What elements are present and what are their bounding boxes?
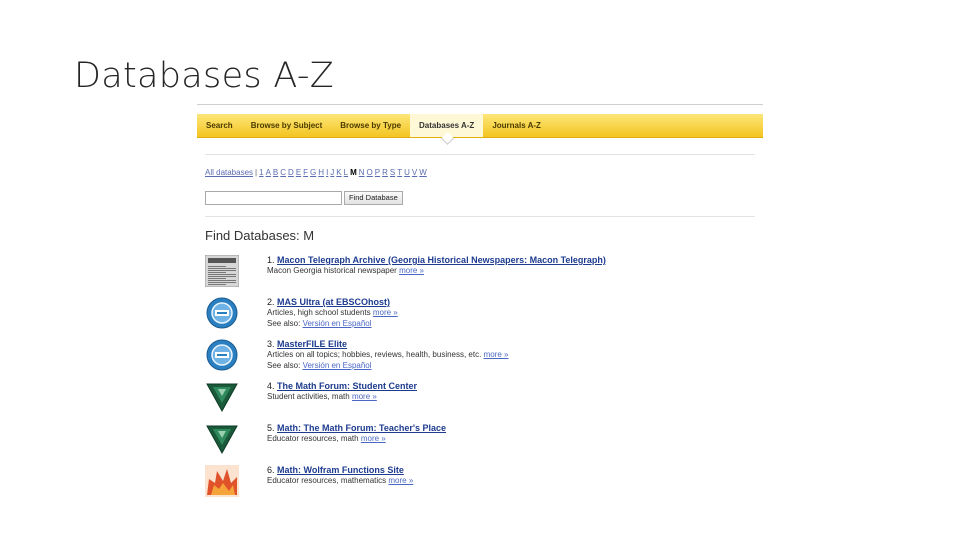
result-number: 3. [267,339,278,349]
more-link[interactable]: more » [373,308,398,317]
result-title-line: 5. Math: The Math Forum: Teacher's Place [267,423,446,433]
result-description: Articles on all topics; hobbies, reviews… [267,350,508,359]
see-also-label: See also: [267,361,303,370]
slide-title: Databases A-Z [74,56,335,96]
tab-bar: Search Browse by Subject Browse by Type … [197,114,763,145]
result-item: 4. The Math Forum: Student Center Student… [205,381,755,419]
result-description-text: Educator resources, math [267,434,361,443]
database-page-screenshot: Search Browse by Subject Browse by Type … [197,104,763,500]
letter-link-d[interactable]: D [288,168,294,177]
result-description: Educator resources, mathematics more » [267,476,413,485]
more-link[interactable]: more » [352,392,377,401]
spanish-version-link[interactable]: Versión en Español [303,319,372,328]
result-title-line: 6. Math: Wolfram Functions Site [267,465,404,475]
alphabet-nav: All databases | 1ABCDEFGHIJKLMNOPRSTUVW [205,168,427,177]
top-divider [197,104,763,105]
result-item: 2. MAS Ultra (at EBSCOhost) Articles, hig… [205,297,755,335]
letter-link-e[interactable]: E [296,168,301,177]
result-description: Student activities, math more » [267,392,377,401]
letter-link-u[interactable]: U [404,168,410,177]
more-link[interactable]: more » [361,434,386,443]
result-description-text: Macon Georgia historical newspaper [267,266,400,275]
more-link[interactable]: more » [484,350,509,359]
result-number: 2. [267,297,278,307]
letter-link-b[interactable]: B [273,168,278,177]
result-title-link[interactable]: MasterFILE Elite [277,339,347,349]
tab-journals-a-z[interactable]: Journals A-Z [483,114,550,137]
alpha-separator: | [255,168,258,177]
letter-link-o[interactable]: O [367,168,373,177]
result-description: Macon Georgia historical newspaper more … [267,266,424,275]
letter-link-f[interactable]: F [303,168,308,177]
result-description-text: Student activities, math [267,392,352,401]
wolfram-icon[interactable] [205,465,239,497]
letter-link-k[interactable]: K [336,168,341,177]
letter-link-c[interactable]: C [280,168,286,177]
letter-link-w[interactable]: W [419,168,427,177]
letter-link-h[interactable]: H [318,168,324,177]
math-forum-icon[interactable] [205,381,239,413]
result-description-text: Educator resources, mathematics [267,476,389,485]
find-databases-heading: Find Databases: M [205,228,315,243]
result-title-line: 3. MasterFILE Elite [267,339,347,349]
see-also: See also: Versión en Español [267,361,372,370]
letter-link-s[interactable]: S [390,168,395,177]
result-title-link[interactable]: The Math Forum: Student Center [277,381,417,391]
divider [205,154,755,155]
database-search-input[interactable] [205,191,342,205]
result-item: 1. Macon Telegraph Archive (Georgia Hist… [205,255,755,293]
result-title-line: 4. The Math Forum: Student Center [267,381,417,391]
letter-link-i[interactable]: I [326,168,328,177]
result-title-link[interactable]: Math: Wolfram Functions Site [277,465,404,475]
more-link[interactable]: more » [399,266,424,275]
result-description: Articles, high school students more » [267,308,398,317]
divider [205,216,755,217]
ebsco-icon[interactable] [205,339,239,371]
letter-link-n[interactable]: N [359,168,365,177]
result-number: 4. [267,381,278,391]
more-link[interactable]: more » [388,476,413,485]
result-title-link[interactable]: Math: The Math Forum: Teacher's Place [277,423,446,433]
see-also-label: See also: [267,319,303,328]
tab-browse-by-type[interactable]: Browse by Type [331,114,410,137]
result-description-text: Articles, high school students [267,308,373,317]
letter-link-l[interactable]: L [344,168,348,177]
spanish-version-link[interactable]: Versión en Español [303,361,372,370]
see-also: See also: Versión en Español [267,319,372,328]
result-title-line: 2. MAS Ultra (at EBSCOhost) [267,297,390,307]
result-number: 6. [267,465,278,475]
tab-browse-by-subject[interactable]: Browse by Subject [242,114,332,137]
result-number: 5. [267,423,278,433]
letter-link-g[interactable]: G [310,168,316,177]
letter-link-j[interactable]: J [330,168,334,177]
result-item: 5. Math: The Math Forum: Teacher's Place… [205,423,755,461]
tab-search[interactable]: Search [197,114,242,137]
math-forum-icon[interactable] [205,423,239,455]
result-title-link[interactable]: Macon Telegraph Archive (Georgia Histori… [277,255,606,265]
result-description-text: Articles on all topics; hobbies, reviews… [267,350,484,359]
letter-link-1[interactable]: 1 [259,168,263,177]
letter-link-m[interactable]: M [350,168,357,177]
result-title-line: 1. Macon Telegraph Archive (Georgia Hist… [267,255,606,265]
letter-link-r[interactable]: R [382,168,388,177]
tab-databases-a-z-label: Databases A-Z [419,121,475,130]
letter-link-a[interactable]: A [266,168,271,177]
all-databases-link[interactable]: All databases [205,168,253,177]
result-item: 3. MasterFILE Elite Articles on all topic… [205,339,755,377]
letter-link-t[interactable]: T [397,168,402,177]
find-database-button[interactable]: Find Database [344,191,403,205]
letter-link-v[interactable]: V [412,168,417,177]
letter-link-p[interactable]: P [375,168,380,177]
result-item: 6. Math: Wolfram Functions Site Educator … [205,465,755,500]
result-description: Educator resources, math more » [267,434,386,443]
active-tab-caret [440,132,454,145]
newspaper-icon[interactable] [205,255,239,287]
result-number: 1. [267,255,278,265]
ebsco-icon[interactable] [205,297,239,329]
result-title-link[interactable]: MAS Ultra (at EBSCOhost) [277,297,390,307]
tab-databases-a-z[interactable]: Databases A-Z [410,114,484,145]
